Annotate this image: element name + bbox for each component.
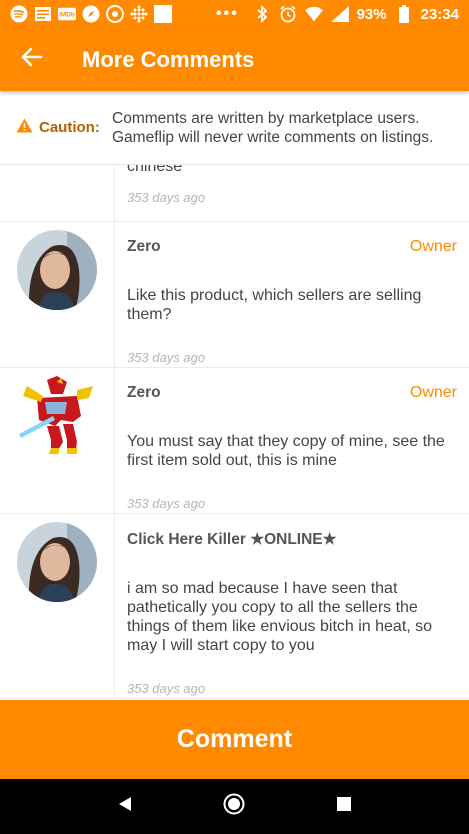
comment-item: chinese 353 days ago <box>0 165 469 222</box>
news-icon <box>34 5 52 23</box>
app-bar: More Comments <box>0 28 469 91</box>
caution-text: Comments are written by marketplace user… <box>112 109 433 147</box>
square-recents-icon <box>337 797 352 816</box>
battery-icon <box>395 5 413 23</box>
avatar[interactable] <box>17 230 97 310</box>
comment-time: 353 days ago <box>127 190 206 205</box>
comment-item: Zero Owner You must say that they copy o… <box>0 368 469 514</box>
avatar-column <box>0 165 115 221</box>
alarm-icon <box>279 5 297 23</box>
spotify-icon <box>10 5 28 23</box>
comment-time: 353 days ago <box>127 350 206 365</box>
avatar[interactable] <box>17 522 97 602</box>
avatar-column <box>0 368 115 513</box>
nav-recents-button[interactable] <box>324 787 364 827</box>
comment-text: You must say that they copy of mine, see… <box>127 433 445 469</box>
page-title: More Comments <box>82 46 255 72</box>
comment-button[interactable]: Comment <box>0 700 469 779</box>
owner-badge: Owner <box>409 238 457 255</box>
bluetooth-icon <box>253 5 271 23</box>
caution-label-group: Caution: <box>16 118 112 137</box>
system-nav-bar <box>0 779 469 834</box>
comment-body: chinese 353 days ago <box>115 165 469 221</box>
comment-author[interactable]: Zero <box>127 384 161 402</box>
back-button[interactable] <box>0 28 64 91</box>
home-circle-icon <box>223 793 245 820</box>
avatar-column <box>0 514 115 698</box>
triangle-back-icon <box>118 796 132 817</box>
comment-text: Like this product, which sellers are sel… <box>127 287 422 323</box>
caution-text-line1: Comments are written by marketplace user… <box>112 109 420 127</box>
comment-body: Zero Owner Like this product, which sell… <box>115 222 469 367</box>
chrome-icon <box>106 5 124 23</box>
comment-body: Click Here Killer ★ONLINE★ i am so mad b… <box>115 514 469 698</box>
comment-text: chinese <box>127 165 183 175</box>
avatar[interactable] <box>17 376 97 456</box>
comment-item: Zero Owner Like this product, which sell… <box>0 222 469 368</box>
caution-label: Caution: <box>39 119 100 136</box>
avatar-column <box>0 222 115 367</box>
comment-item: Click Here Killer ★ONLINE★ i am so mad b… <box>0 514 469 699</box>
imdb-icon: IMDb <box>58 5 76 23</box>
owner-badge: Owner <box>409 384 457 401</box>
comment-author[interactable]: Click Here Killer ★ONLINE★ <box>127 530 337 549</box>
svg-text:IMDb: IMDb <box>59 12 75 19</box>
wifi-icon <box>304 5 323 23</box>
warning-icon <box>16 118 33 137</box>
comment-author[interactable]: Zero <box>127 238 161 256</box>
comment-time: 353 days ago <box>127 496 206 511</box>
signal-icon <box>330 5 349 23</box>
arrow-left-icon <box>21 47 43 72</box>
more-notifications-dots: ••• <box>216 5 239 22</box>
comment-body: Zero Owner You must say that they copy o… <box>115 368 469 513</box>
caution-banner: Caution: Comments are written by marketp… <box>0 91 469 165</box>
clock-time: 23:34 <box>420 5 459 23</box>
blank-app-icon <box>154 5 172 23</box>
comment-text: i am so mad because I have seen that pat… <box>127 580 433 654</box>
comments-list[interactable]: chinese 353 days ago Zero Owner Like thi… <box>0 165 469 700</box>
caution-text-line2: Gameflip will never write comments on li… <box>112 128 434 146</box>
nav-home-button[interactable] <box>214 787 254 827</box>
comment-time: 353 days ago <box>127 681 206 696</box>
nav-back-button[interactable] <box>105 787 145 827</box>
compass-icon <box>82 5 100 23</box>
battery-percent: 93% <box>356 5 387 23</box>
status-bar: IMDb ••• 93% 23:34 <box>0 0 469 28</box>
grid-dots-icon <box>130 5 148 23</box>
